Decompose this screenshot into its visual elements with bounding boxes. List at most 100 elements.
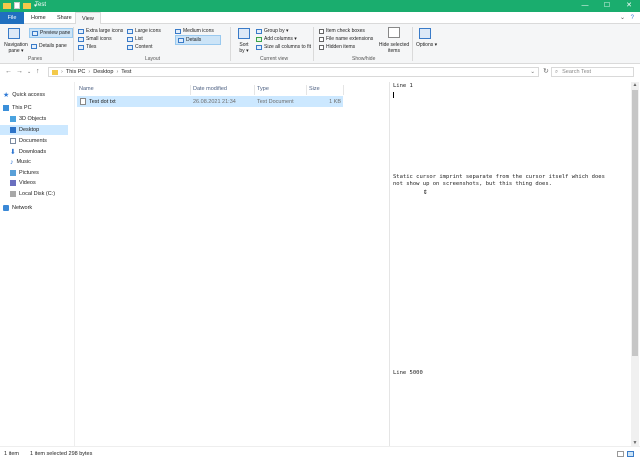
folder-icon [52,69,58,75]
disk-icon [10,191,16,197]
medium-icons-icon [175,28,181,34]
quick-access-toolbar: ▾ [3,2,37,9]
sidebar-item-pictures[interactable]: Pictures [10,168,70,178]
preview-pane[interactable]: Line 1 Static cursor imprint separate fr… [389,82,631,446]
back-arrow-icon[interactable]: ← [5,68,12,75]
sidebar-item-documents[interactable]: Documents [10,136,70,146]
preview-last-line: Line 5000 [393,370,423,376]
tiles-icon [78,44,84,50]
layout-content[interactable]: Content [127,44,153,50]
group-label-panes: Panes [28,56,43,62]
checkbox-icon [319,28,324,34]
collapse-ribbon-icon[interactable]: ⌄ [620,15,625,21]
text-file-icon [80,98,86,105]
layout-extra-large-icons[interactable]: Extra large icons [78,28,123,34]
hidden-items-toggle[interactable]: Hidden items [319,44,355,50]
options-icon[interactable] [419,28,431,39]
sidebar-item-videos[interactable]: Videos [10,178,70,188]
file-name: Test dot txt [89,99,116,105]
star-icon: ★ [3,92,10,99]
search-icon: ⌕ [555,68,559,75]
address-box[interactable]: › This PC › Desktop › Test ⌄ [48,67,539,77]
details-view-icon[interactable] [617,451,624,457]
sidebar-item-3d-objects[interactable]: 3D Objects [10,114,70,124]
hide-selected-items-button[interactable]: Hide selected items [377,42,411,54]
navigation-pane-button[interactable]: Navigation pane ▾ [2,42,30,54]
resize-cursor-icon: ⇕ [423,187,428,196]
layout-list[interactable]: List [127,36,143,42]
sidebar-item-network[interactable]: Network [3,203,73,213]
preview-line-1: Line 1 [393,83,413,89]
sort-by-button[interactable]: Sort by ▾ [237,42,251,54]
scroll-up-icon[interactable]: ▲ [631,82,639,88]
content-icon [127,44,133,50]
layout-details[interactable]: Details [175,35,221,45]
forward-arrow-icon[interactable]: → [16,68,23,75]
file-size: 1 KB [329,99,341,105]
item-check-boxes-toggle[interactable]: Item check boxes [319,28,365,34]
sidebar-item-music[interactable]: ♪ Music [10,157,70,167]
column-header-size[interactable]: Size [309,86,320,92]
small-icons-icon [78,36,84,42]
details-pane-icon [31,43,37,49]
maximize-button[interactable]: ☐ [596,0,618,12]
sidebar-item-local-disk[interactable]: Local Disk (C:) [10,189,70,199]
title-bar: ▾ Test — ☐ ✕ [0,0,640,12]
tab-share[interactable]: Share [51,12,78,24]
layout-medium-icons[interactable]: Medium icons [175,28,214,34]
add-columns-icon [256,36,262,42]
recent-locations-icon[interactable]: ⌄ [27,69,31,75]
hide-selected-icon[interactable] [388,27,400,38]
preview-pane-button[interactable]: Preview pane [29,28,74,38]
refresh-icon[interactable]: ↻ [543,67,549,75]
layout-large-icons[interactable]: Large icons [127,28,161,34]
group-by-icon [256,28,262,34]
large-icons-view-icon[interactable] [627,451,634,457]
sidebar-item-desktop[interactable]: Desktop [0,125,68,135]
status-selection: 1 item selected 298 bytes [30,451,93,457]
group-label-show-hide: Show/hide [352,56,376,62]
help-icon[interactable]: ? [631,15,634,21]
new-folder-icon[interactable] [23,2,31,9]
preview-scrollbar[interactable]: ▲ ▼ [631,82,639,446]
breadcrumb-test[interactable]: Test [121,69,131,75]
size-columns-icon [256,44,262,50]
group-label-layout: Layout [145,56,161,62]
close-button[interactable]: ✕ [618,0,640,12]
column-header-type[interactable]: Type [257,86,269,92]
tab-home[interactable]: Home [25,12,52,24]
sidebar-item-quick-access[interactable]: ★ Quick access [3,90,73,100]
file-type: Text Document [257,99,294,105]
properties-icon[interactable] [14,2,20,9]
search-box[interactable]: ⌕ Search Test [551,67,634,77]
scrollbar-thumb[interactable] [632,90,638,356]
add-columns-button[interactable]: Add columns ▾ [256,36,297,42]
status-bar: 1 item 1 item selected 298 bytes [0,446,640,459]
layout-tiles[interactable]: Tiles [78,44,96,50]
breadcrumb-this-pc[interactable]: This PC [66,69,86,75]
options-button[interactable]: Options ▾ [416,42,437,48]
layout-small-icons[interactable]: Small icons [78,36,112,42]
address-bar-row: ← → ⌄ ↑ › This PC › Desktop › Test ⌄ ↻ ⌕… [0,65,640,79]
cube-icon [10,116,16,122]
up-arrow-icon[interactable]: ↑ [36,68,40,75]
sidebar-item-this-pc[interactable]: This PC [3,103,73,113]
navigation-pane-icon[interactable] [8,28,20,39]
details-pane-button[interactable]: Details pane [31,43,67,49]
file-date: 26.08.2021 21:34 [193,99,236,105]
column-header-date-modified[interactable]: Date modified [193,86,227,92]
breadcrumb-desktop[interactable]: Desktop [93,69,113,75]
column-header-name[interactable]: Name [79,86,94,92]
size-all-columns-button[interactable]: Size all columns to fit [256,44,311,50]
file-name-extensions-toggle[interactable]: File name extensions [319,36,373,42]
computer-icon [3,105,9,111]
group-by-button[interactable]: Group by ▾ [256,28,288,34]
tab-file[interactable]: File [0,12,24,24]
sort-icon[interactable] [238,28,250,39]
ribbon: Navigation pane ▾ Preview pane Details p… [0,24,640,64]
sidebar-item-downloads[interactable]: ⬇ Downloads [10,147,70,157]
table-row[interactable]: Test dot txt 26.08.2021 21:34 Text Docum… [77,96,343,107]
minimize-button[interactable]: — [574,0,596,12]
address-dropdown-icon[interactable]: ⌄ [530,69,535,75]
file-list: Name Date modified Type Size Test dot tx… [74,82,389,446]
